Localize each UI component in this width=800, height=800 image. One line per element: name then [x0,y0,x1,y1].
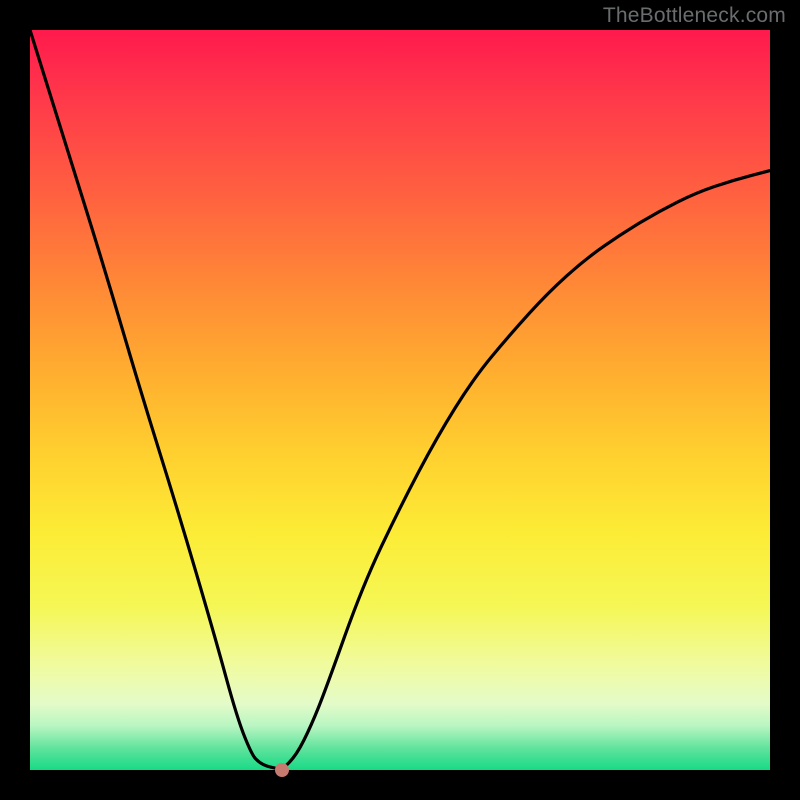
minimum-marker-dot [275,763,289,777]
chart-frame: TheBottleneck.com [0,0,800,800]
watermark-text: TheBottleneck.com [603,4,786,28]
bottleneck-curve [30,30,770,770]
plot-area [30,30,770,770]
